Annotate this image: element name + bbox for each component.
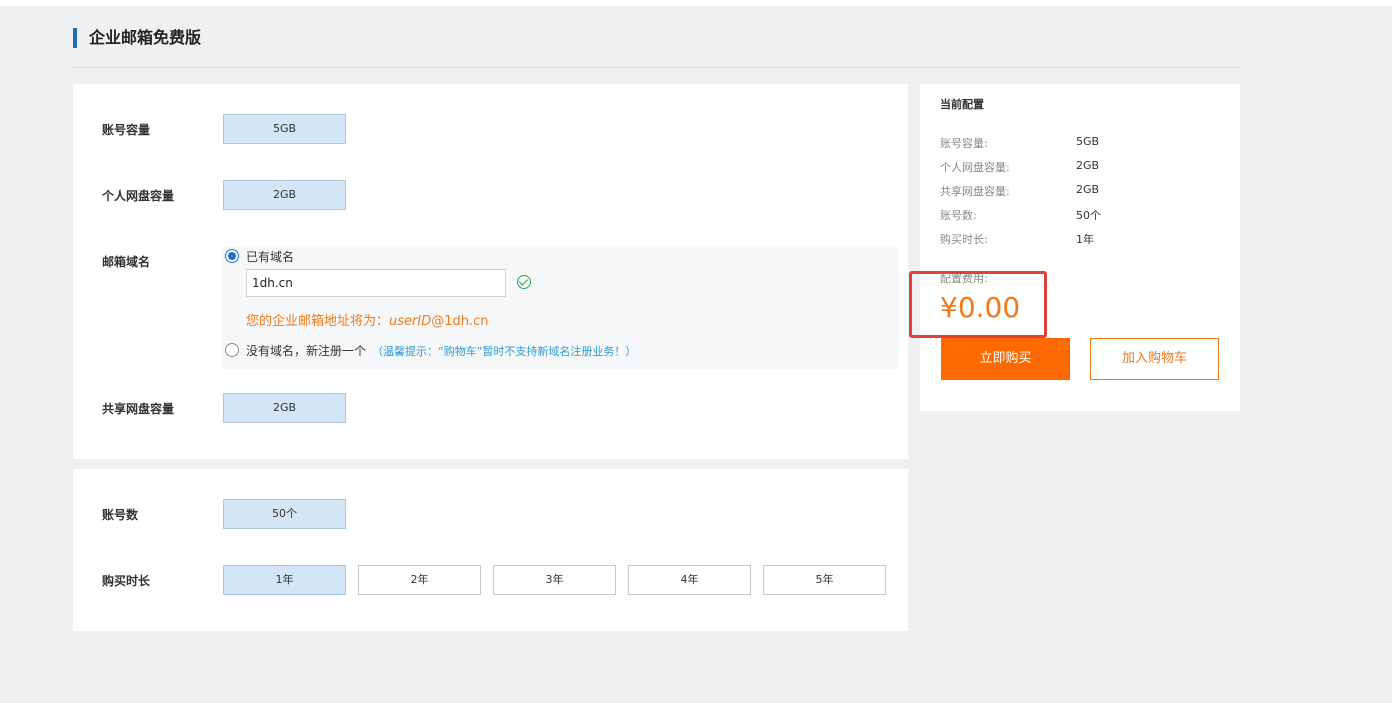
- summary-key: 账号数:: [940, 209, 977, 222]
- capacity-label: 账号容量: [102, 123, 151, 137]
- check-icon: [517, 275, 531, 289]
- personal-disk-option[interactable]: 2GB: [223, 180, 346, 210]
- price-highlight-box: [909, 271, 1047, 338]
- top-strip: [0, 0, 1392, 6]
- duration-option-4[interactable]: 4年: [628, 565, 751, 595]
- address-user: userID: [389, 314, 432, 329]
- domain-panel: 已有域名 您的企业邮箱地址将为：userID@1dh.cn 没有域名，新注册一个…: [222, 246, 898, 369]
- capacity-option[interactable]: 5GB: [223, 114, 346, 144]
- summary-value: 2GB: [1076, 183, 1100, 196]
- add-to-cart-button[interactable]: 加入购物车: [1090, 338, 1219, 380]
- summary-key: 购买时长:: [940, 233, 988, 246]
- shared-disk-option[interactable]: 2GB: [223, 393, 346, 423]
- duration-option-3[interactable]: 3年: [493, 565, 616, 595]
- duration-option-5[interactable]: 5年: [763, 565, 886, 595]
- summary-value: 1年: [1076, 233, 1094, 246]
- address-prefix: 您的企业邮箱地址将为：: [246, 314, 390, 329]
- buy-now-button[interactable]: 立即购买: [941, 338, 1070, 380]
- accounts-label: 账号数: [102, 508, 139, 522]
- address-suffix: @1dh.cn: [431, 314, 489, 329]
- duration-option-2[interactable]: 2年: [358, 565, 481, 595]
- config-card: 账号容量 5GB 个人网盘容量 2GB 邮箱域名 已有域名 您的企业邮箱地址将为…: [73, 84, 908, 459]
- summary-value: 5GB: [1076, 135, 1100, 148]
- purchase-card: 账号数 50个 购买时长 1年 2年 3年 4年 5年: [73, 469, 908, 631]
- email-address-preview: 您的企业邮箱地址将为：userID@1dh.cn: [246, 310, 489, 329]
- personal-disk-label: 个人网盘容量: [102, 189, 175, 203]
- cart-tip: （温馨提示：“购物车”暂时不支持新域名注册业务！）: [372, 345, 637, 358]
- new-domain-label[interactable]: 没有域名，新注册一个: [246, 342, 366, 359]
- summary-value: 2GB: [1076, 159, 1100, 172]
- domain-input[interactable]: [246, 269, 506, 297]
- accounts-option[interactable]: 50个: [223, 499, 346, 529]
- summary-title: 当前配置: [940, 98, 984, 111]
- page-title: 企业邮箱免费版: [73, 28, 201, 48]
- domain-label: 邮箱域名: [102, 255, 151, 269]
- duration-label: 购买时长: [102, 574, 151, 588]
- shared-disk-label: 共享网盘容量: [102, 402, 175, 416]
- existing-domain-radio[interactable]: [225, 249, 239, 263]
- title-divider: [73, 67, 1240, 68]
- summary-key: 共享网盘容量:: [940, 185, 1010, 198]
- summary-value: 50个: [1076, 209, 1101, 222]
- new-domain-radio[interactable]: [225, 343, 239, 357]
- summary-key: 账号容量:: [940, 137, 988, 150]
- summary-key: 个人网盘容量:: [940, 161, 1010, 174]
- existing-domain-label[interactable]: 已有域名: [246, 248, 294, 265]
- duration-option-1[interactable]: 1年: [223, 565, 346, 595]
